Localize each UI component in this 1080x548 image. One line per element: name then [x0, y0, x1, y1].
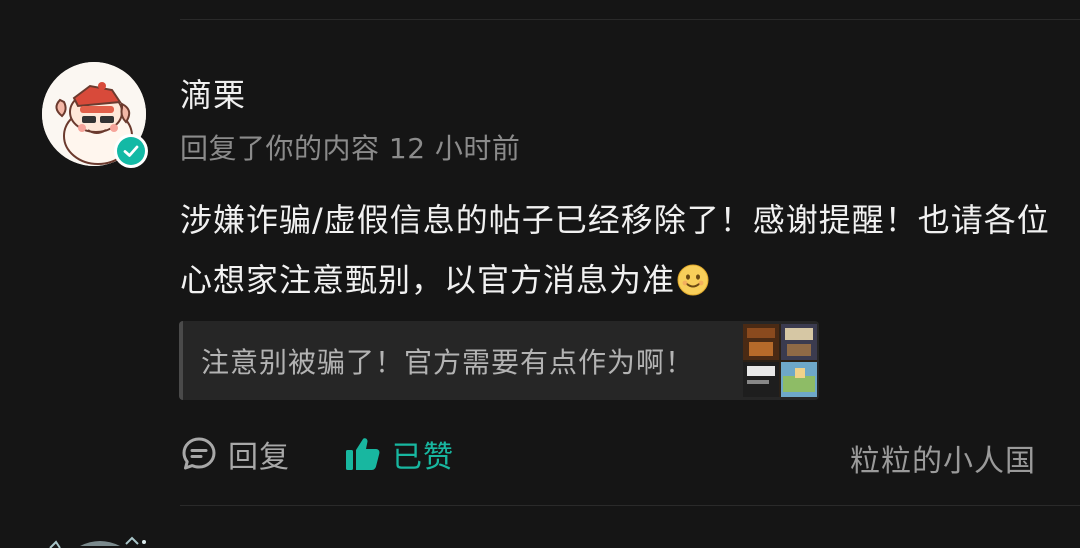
quote-thumbnail — [743, 324, 817, 397]
thumbs-up-icon — [346, 438, 380, 470]
comment-meta: 回复了你的内容 12 小时前 — [180, 132, 521, 165]
quote-bar — [179, 321, 183, 400]
username[interactable]: 滴栗 — [180, 70, 246, 116]
quote-text: 注意别被骗了！官方需要有点作为啊！ — [201, 346, 695, 379]
user-avatar[interactable] — [42, 62, 148, 168]
like-label: 已赞 — [392, 440, 454, 475]
comment-text: 涉嫌诈骗/虚假信息的帖子已经移除了！感谢提醒！也请各位心想家注意甄别，以官方消息… — [180, 201, 1050, 299]
thumbnail-image — [743, 324, 817, 397]
like-button[interactable]: 已赞 — [344, 434, 454, 475]
top-divider — [180, 19, 1080, 20]
quoted-post[interactable]: 注意别被骗了！官方需要有点作为啊！ — [179, 321, 819, 400]
bottom-divider — [180, 505, 1080, 506]
verified-badge — [114, 134, 148, 168]
smiling-face-emoji-icon — [677, 264, 709, 296]
verified-check-icon — [123, 145, 139, 157]
comment-page: 滴栗 回复了你的内容 12 小时前 涉嫌诈骗/虚假信息的帖子已经移除了！感谢提醒… — [0, 0, 1080, 548]
comment-actions: 回复 已赞 粒粒的小人国 — [0, 434, 1080, 479]
partial-avatar-image — [49, 536, 146, 548]
source-community[interactable]: 粒粒的小人国 — [850, 436, 1036, 480]
comment-content: 涉嫌诈骗/虚假信息的帖子已经移除了！感谢提醒！也请各位心想家注意甄别，以官方消息… — [180, 190, 1050, 310]
next-comment-avatar-partial — [40, 534, 160, 548]
reply-button[interactable]: 回复 — [180, 434, 290, 475]
reply-label: 回复 — [228, 440, 290, 475]
reply-bubble-icon — [182, 437, 216, 470]
